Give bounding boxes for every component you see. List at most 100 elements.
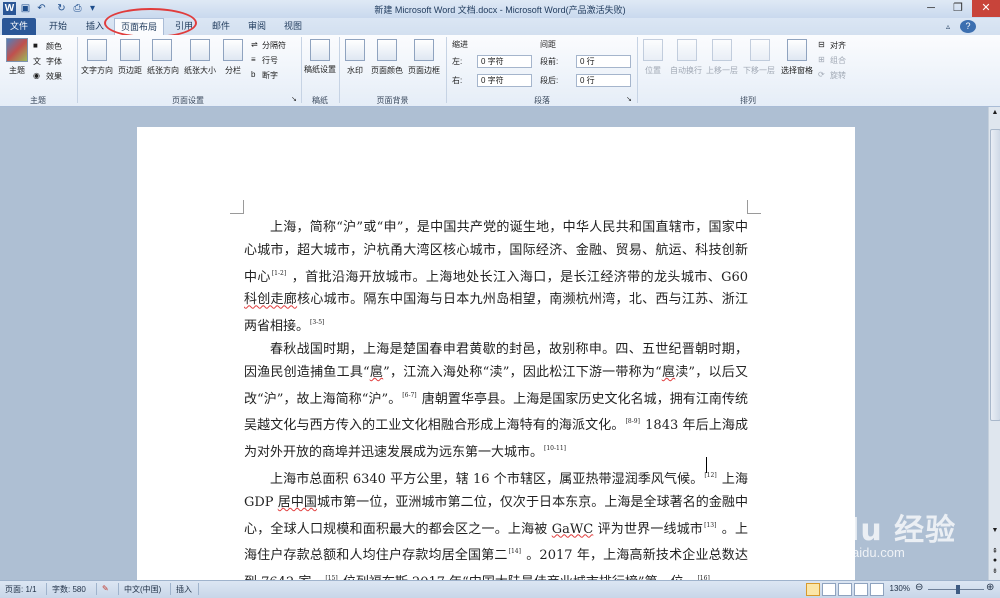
citation-marker[interactable]: [12]: [704, 472, 716, 479]
full-screen-reading-view-icon[interactable]: [822, 583, 836, 596]
send-backward-button[interactable]: 下移一层: [740, 65, 778, 76]
tab-review[interactable]: 审阅: [240, 18, 274, 35]
redo-icon[interactable]: ↻: [55, 2, 68, 15]
web-layout-view-icon[interactable]: [838, 583, 852, 596]
themes-icon[interactable]: [6, 38, 28, 62]
citation-marker[interactable]: [1-2]: [272, 270, 286, 277]
tab-view[interactable]: 视图: [276, 18, 310, 35]
page-color-icon[interactable]: [377, 39, 397, 61]
themes-button[interactable]: 主题: [3, 65, 31, 76]
next-page-icon[interactable]: ⇟: [991, 567, 999, 575]
undo-icon[interactable]: ↶: [35, 2, 48, 15]
tab-file[interactable]: 文件: [2, 18, 36, 35]
document-body[interactable]: 上海，简称“沪”或“申”，是中国共产党的诞生地，中华人民共和国直辖市，国家中心城…: [244, 217, 748, 595]
theme-effects-button[interactable]: 效果: [46, 71, 62, 82]
spacing-after-input[interactable]: 0 行: [576, 74, 631, 87]
hyphenation-button[interactable]: 断字: [262, 70, 278, 81]
columns-icon[interactable]: [223, 39, 243, 61]
spelling-flagged-text[interactable]: 居中国: [278, 495, 317, 510]
theme-fonts-button[interactable]: 字体: [46, 56, 62, 67]
draft-settings-icon[interactable]: [310, 39, 330, 61]
page-size-button[interactable]: 纸张大小: [181, 65, 219, 76]
zoom-slider-thumb[interactable]: [956, 585, 961, 594]
align-icon[interactable]: ⊟: [818, 40, 825, 49]
print-preview-icon[interactable]: ⎙: [71, 2, 84, 15]
paragraph-launcher-icon[interactable]: ↘: [626, 95, 632, 103]
status-insert-mode[interactable]: 插入: [176, 584, 192, 595]
orientation-icon[interactable]: [152, 39, 172, 61]
position-icon[interactable]: [643, 39, 663, 61]
page-borders-button[interactable]: 页面边框: [405, 65, 443, 76]
citation-marker[interactable]: [6-7]: [402, 392, 416, 399]
print-layout-view-icon[interactable]: [806, 583, 820, 596]
group-icon[interactable]: ⊞: [818, 55, 825, 64]
customize-quick-access-icon[interactable]: ▾: [86, 2, 99, 15]
zoom-in-icon[interactable]: ⊕: [986, 582, 994, 593]
spelling-flagged-text[interactable]: 科创走廊: [244, 292, 297, 307]
tab-home[interactable]: 开始: [40, 18, 76, 35]
orientation-button[interactable]: 纸张方向: [145, 65, 181, 76]
hyphenation-icon[interactable]: b: [251, 70, 255, 79]
citation-marker[interactable]: [8-9]: [626, 418, 640, 425]
spelling-flagged-text[interactable]: 扈: [662, 365, 675, 380]
maximize-button[interactable]: ❐: [945, 0, 971, 17]
zoom-level[interactable]: 130%: [876, 584, 910, 593]
status-language[interactable]: 中文(中国): [124, 584, 161, 595]
minimize-button[interactable]: ─: [918, 0, 944, 17]
close-button[interactable]: ✕: [972, 0, 1000, 17]
text-direction-button[interactable]: 文字方向: [78, 65, 116, 76]
page-size-icon[interactable]: [190, 39, 210, 61]
line-numbers-icon[interactable]: ≡: [251, 55, 256, 64]
proofing-icon[interactable]: ✎: [102, 584, 109, 593]
spacing-before-input[interactable]: 0 行: [576, 55, 631, 68]
selection-pane-icon[interactable]: [787, 39, 807, 61]
page-borders-icon[interactable]: [414, 39, 434, 61]
page-color-button[interactable]: 页面颜色: [368, 65, 406, 76]
scroll-thumb[interactable]: [990, 129, 1000, 421]
word-app-icon[interactable]: W: [3, 2, 16, 15]
effects-icon[interactable]: ◉: [33, 71, 40, 80]
position-button[interactable]: 位置: [638, 65, 668, 76]
colors-icon[interactable]: ■: [33, 41, 38, 50]
breaks-button[interactable]: 分隔符: [262, 40, 286, 51]
watermark-button[interactable]: 水印: [340, 65, 370, 76]
watermark-icon[interactable]: [345, 39, 365, 61]
rotate-icon[interactable]: ⟳: [818, 70, 825, 79]
indent-left-input[interactable]: 0 字符: [477, 55, 532, 68]
browse-object-icon[interactable]: ●: [991, 557, 999, 564]
page-setup-launcher-icon[interactable]: ↘: [291, 95, 297, 103]
indent-right-input[interactable]: 0 字符: [477, 74, 532, 87]
breaks-icon[interactable]: ⇌: [251, 40, 258, 49]
paragraph[interactable]: 春秋战国时期，上海是楚国春申君黄歇的封邑，故别称申。四、五世纪晋朝时期，因渔民创…: [244, 339, 748, 465]
prev-page-icon[interactable]: ⇞: [991, 547, 999, 555]
fonts-icon[interactable]: 文: [33, 56, 41, 67]
citation-marker[interactable]: [13]: [704, 522, 716, 529]
scroll-down-icon[interactable]: ▼: [991, 527, 999, 534]
help-icon[interactable]: ?: [960, 20, 976, 33]
paragraph[interactable]: 上海市总面积 6340 平方公里，辖 16 个市辖区，属亚热带湿润季风气候。[1…: [244, 465, 748, 595]
tab-mailings[interactable]: 邮件: [204, 18, 238, 35]
bring-forward-button[interactable]: 上移一层: [703, 65, 741, 76]
theme-colors-button[interactable]: 颜色: [46, 41, 62, 52]
margins-icon[interactable]: [120, 39, 140, 61]
draft-settings-button[interactable]: 稿纸设置: [304, 65, 336, 75]
zoom-out-icon[interactable]: ⊖: [915, 582, 923, 593]
wrap-text-button[interactable]: 自动换行: [666, 65, 706, 76]
citation-marker[interactable]: [10-11]: [544, 445, 566, 452]
outline-view-icon[interactable]: [854, 583, 868, 596]
status-page[interactable]: 页面: 1/1: [5, 584, 37, 595]
columns-button[interactable]: 分栏: [219, 65, 247, 76]
citation-marker[interactable]: [3-5]: [310, 319, 324, 326]
minimize-ribbon-icon[interactable]: ▵: [940, 18, 956, 35]
bring-forward-icon[interactable]: [712, 39, 732, 61]
group-objects-button[interactable]: 组合: [830, 55, 846, 66]
align-button[interactable]: 对齐: [830, 40, 846, 51]
save-icon[interactable]: ▣: [19, 2, 32, 15]
citation-marker[interactable]: [14]: [509, 548, 521, 555]
rotate-button[interactable]: 旋转: [830, 70, 846, 81]
text-direction-icon[interactable]: [87, 39, 107, 61]
paragraph[interactable]: 上海，简称“沪”或“申”，是中国共产党的诞生地，中华人民共和国直辖市，国家中心城…: [244, 217, 748, 339]
wrap-text-icon[interactable]: [677, 39, 697, 61]
scroll-up-icon[interactable]: ▲: [991, 109, 999, 119]
vertical-scrollbar[interactable]: ▲ ▼ ⇞ ● ⇟: [988, 107, 1000, 580]
